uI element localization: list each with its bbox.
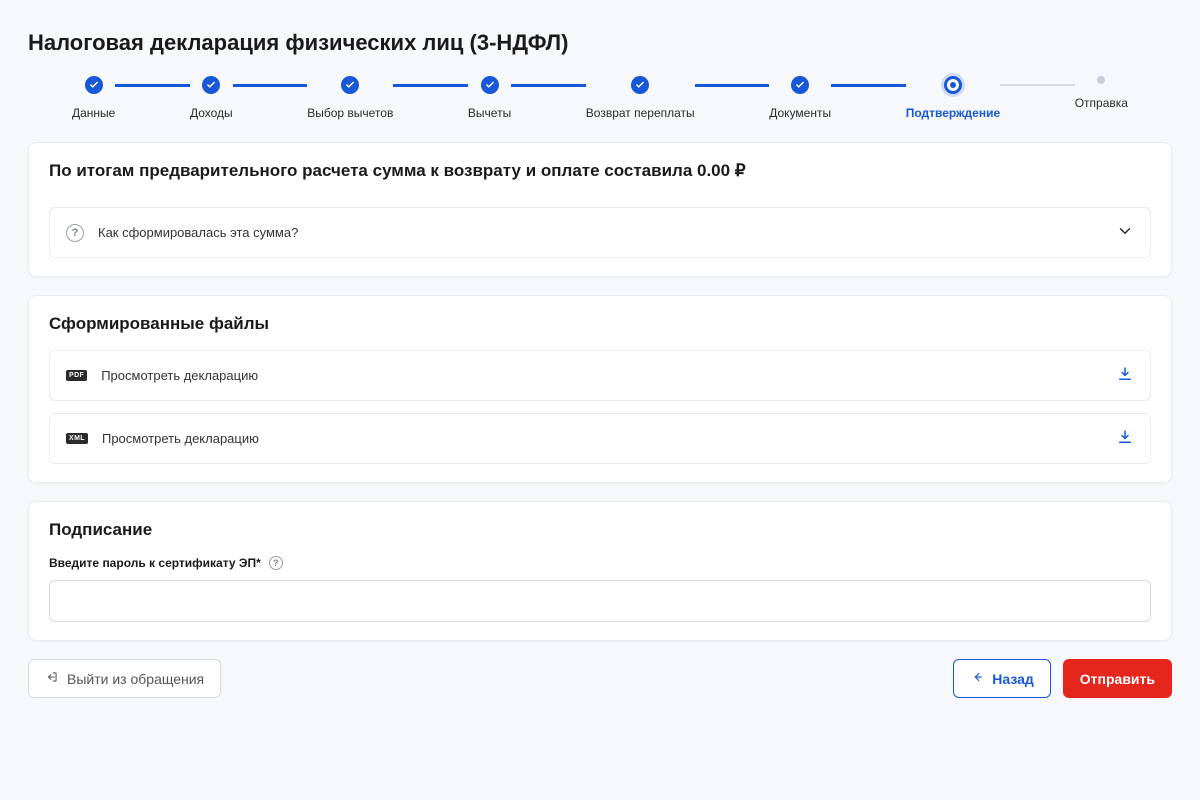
- file-label: Просмотреть декларацию: [101, 368, 258, 383]
- step-refund[interactable]: Возврат переплаты: [586, 76, 695, 120]
- step-label: Возврат переплаты: [586, 106, 695, 120]
- step-line: [831, 84, 906, 87]
- chevron-down-icon: [1116, 222, 1134, 243]
- step-data[interactable]: Данные: [72, 76, 115, 120]
- summary-card: По итогам предварительного расчета сумма…: [28, 142, 1172, 277]
- step-label: Выбор вычетов: [307, 106, 393, 120]
- back-label: Назад: [992, 671, 1034, 687]
- step-documents[interactable]: Документы: [769, 76, 831, 120]
- step-line: [393, 84, 468, 87]
- exit-icon: [45, 670, 59, 687]
- step-line: [233, 84, 308, 87]
- pdf-badge-icon: PDF: [66, 370, 87, 381]
- step-label: Отправка: [1075, 96, 1128, 110]
- future-step-icon: [1097, 76, 1105, 84]
- files-card: Сформированные файлы PDF Просмотреть дек…: [28, 295, 1172, 483]
- download-icon[interactable]: [1116, 428, 1134, 449]
- step-deductions[interactable]: Вычеты: [468, 76, 511, 120]
- sign-title: Подписание: [49, 520, 1151, 540]
- page-title: Налоговая декларация физических лиц (3-Н…: [28, 30, 1172, 56]
- step-confirmation[interactable]: Подтверждение: [906, 76, 1000, 120]
- step-deduction-choice[interactable]: Выбор вычетов: [307, 76, 393, 120]
- password-label: Введите пароль к сертификату ЭП*: [49, 556, 261, 570]
- question-icon[interactable]: ?: [269, 556, 283, 570]
- how-formed-label: Как сформировалась эта сумма?: [98, 225, 298, 240]
- password-label-row: Введите пароль к сертификату ЭП* ?: [49, 556, 1151, 570]
- how-formed-row[interactable]: ? Как сформировалась эта сумма?: [49, 207, 1151, 258]
- footer-actions: Выйти из обращения Назад Отправить: [28, 659, 1172, 698]
- arrow-left-icon: [970, 670, 984, 687]
- step-label: Доходы: [190, 106, 233, 120]
- step-line: [695, 84, 770, 87]
- step-income[interactable]: Доходы: [190, 76, 233, 120]
- progress-stepper: Данные Доходы Выбор вычетов Вычеты Возвр…: [72, 76, 1128, 120]
- step-line: [511, 84, 586, 87]
- summary-title: По итогам предварительного расчета сумма…: [49, 161, 1151, 181]
- submit-button[interactable]: Отправить: [1063, 659, 1172, 698]
- file-row-pdf[interactable]: PDF Просмотреть декларацию: [49, 350, 1151, 401]
- step-label: Документы: [769, 106, 831, 120]
- xml-badge-icon: XML: [66, 433, 88, 444]
- question-icon: ?: [66, 224, 84, 242]
- check-icon: [791, 76, 809, 94]
- check-icon: [631, 76, 649, 94]
- check-icon: [202, 76, 220, 94]
- step-label: Подтверждение: [906, 106, 1000, 120]
- current-step-icon: [944, 76, 962, 94]
- files-title: Сформированные файлы: [49, 314, 1151, 334]
- file-row-xml[interactable]: XML Просмотреть декларацию: [49, 413, 1151, 464]
- exit-label: Выйти из обращения: [67, 671, 204, 687]
- step-label: Данные: [72, 106, 115, 120]
- check-icon: [85, 76, 103, 94]
- check-icon: [481, 76, 499, 94]
- file-label: Просмотреть декларацию: [102, 431, 259, 446]
- step-line: [115, 84, 190, 87]
- step-send: Отправка: [1075, 76, 1128, 110]
- back-button[interactable]: Назад: [953, 659, 1051, 698]
- sign-card: Подписание Введите пароль к сертификату …: [28, 501, 1172, 641]
- step-line: [1000, 84, 1075, 86]
- submit-label: Отправить: [1080, 671, 1155, 687]
- exit-button[interactable]: Выйти из обращения: [28, 659, 221, 698]
- download-icon[interactable]: [1116, 365, 1134, 386]
- password-input[interactable]: [49, 580, 1151, 622]
- check-icon: [341, 76, 359, 94]
- step-label: Вычеты: [468, 106, 511, 120]
